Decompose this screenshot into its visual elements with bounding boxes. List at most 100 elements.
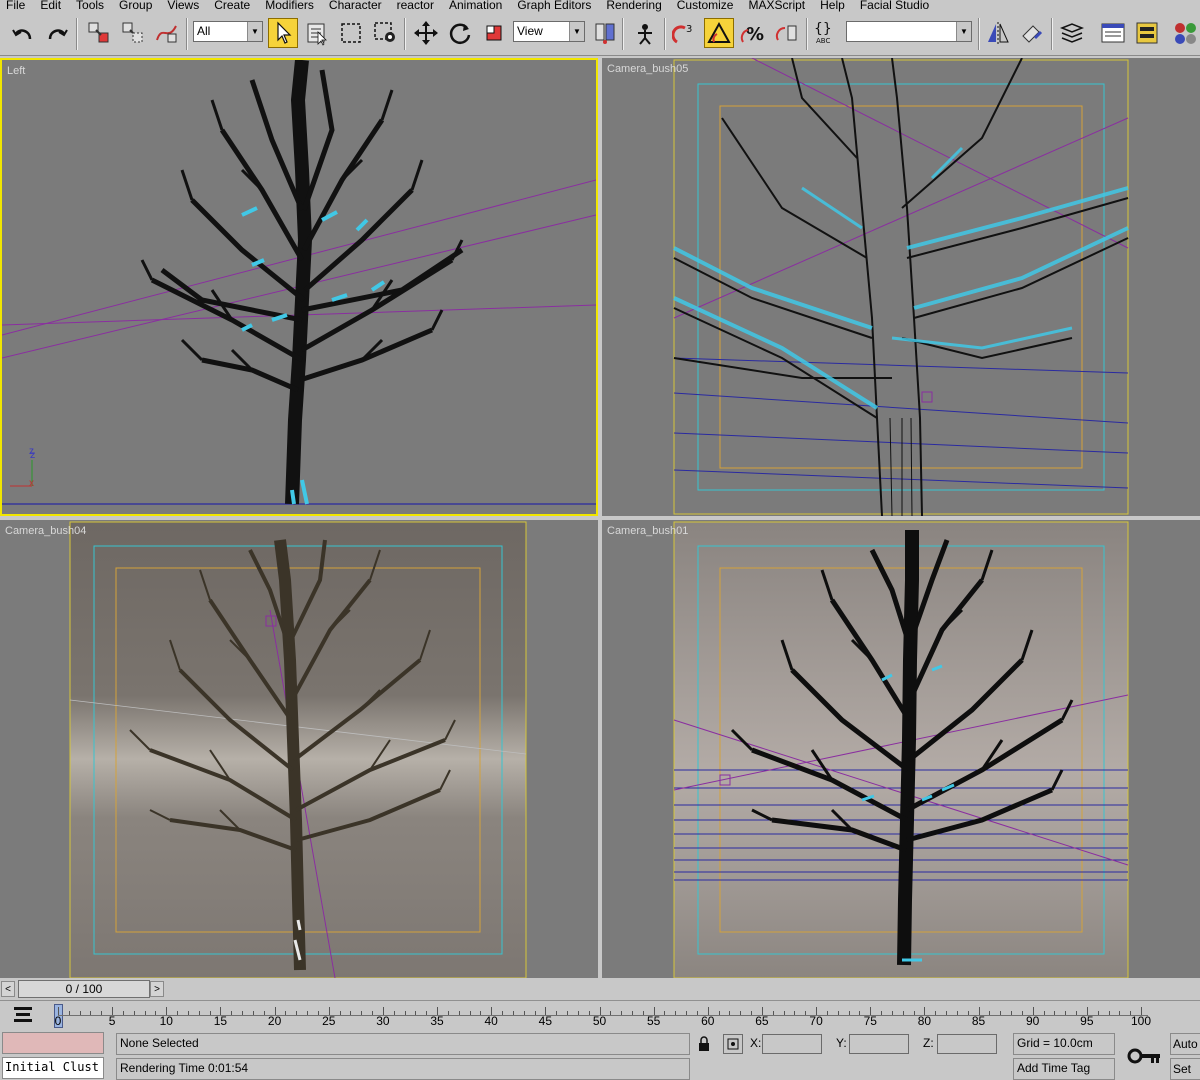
named-selection-dropdown[interactable]: ▼: [846, 21, 972, 42]
select-object-icon[interactable]: [268, 18, 298, 48]
curve-editor-icon[interactable]: [1098, 18, 1128, 48]
maxscript-mini-listener-top[interactable]: [2, 1032, 104, 1054]
track-tick: [242, 1011, 244, 1015]
track-tick: [675, 1011, 677, 1015]
track-tick: [631, 1011, 633, 1015]
menu-modifiers[interactable]: Modifiers: [259, 0, 323, 11]
viewport-label[interactable]: Camera_bush04: [5, 525, 86, 537]
rect-region-icon[interactable]: [336, 18, 366, 48]
track-tick: [989, 1011, 991, 1015]
bind-spacewarp-icon[interactable]: [152, 18, 182, 48]
reference-coord-dropdown[interactable]: View ▼: [513, 21, 585, 42]
viewport-label[interactable]: Camera_bush05: [607, 63, 688, 75]
y-coord-input[interactable]: [849, 1034, 909, 1054]
material-editor-icon[interactable]: [1170, 18, 1200, 48]
selection-filter-dropdown[interactable]: All ▼: [193, 21, 263, 42]
track-tick: [783, 1011, 785, 1015]
track-tick-label: 85: [971, 1014, 986, 1028]
maxscript-listener-output[interactable]: Initial Clust: [2, 1057, 104, 1079]
move-icon[interactable]: [411, 18, 441, 48]
svg-text:{}: {}: [814, 21, 832, 37]
menu-create[interactable]: Create: [208, 0, 259, 11]
auto-key-button[interactable]: Auto: [1170, 1033, 1200, 1055]
set-key-button[interactable]: Set: [1170, 1058, 1200, 1080]
viewport-label[interactable]: Camera_bush01: [607, 525, 688, 537]
percent-snap-icon[interactable]: %: [738, 18, 768, 48]
window-crossing-icon[interactable]: [370, 18, 400, 48]
track-tick-label: 25: [322, 1014, 336, 1028]
track-tick: [664, 1011, 666, 1015]
scale-icon[interactable]: [479, 18, 509, 48]
track-tick: [1076, 1011, 1078, 1015]
track-tick: [285, 1011, 287, 1015]
redo-icon[interactable]: [42, 18, 72, 48]
viewport-label[interactable]: Left: [7, 65, 25, 77]
track-tick: [577, 1011, 579, 1015]
angle-snap-icon[interactable]: [704, 18, 734, 48]
tree-wireframe-closeup: [673, 58, 1129, 516]
set-key-mode-icon[interactable]: [1122, 1036, 1166, 1076]
viewport-left[interactable]: Left z z x: [0, 58, 598, 516]
tree-shaded-render: [69, 521, 527, 978]
track-bar[interactable]: 0 5 10 15 20 25 30 35 40 45 50 55 60 65 70 75 80 85 90 95 10…: [0, 1000, 1200, 1030]
absolute-mode-icon[interactable]: [723, 1034, 743, 1054]
viewport-camera-bush01[interactable]: Camera_bush01: [602, 520, 1200, 978]
menu-reactor[interactable]: reactor: [391, 0, 443, 11]
track-tick: [79, 1011, 81, 1015]
menu-facial-studio[interactable]: Facial Studio: [854, 0, 938, 11]
track-tick: [90, 1011, 92, 1015]
time-next-button[interactable]: >: [150, 981, 164, 997]
spinner-snap-icon[interactable]: [772, 18, 802, 48]
track-tick: [447, 1011, 449, 1015]
track-tick: [610, 1011, 612, 1015]
track-tick: [826, 1011, 828, 1015]
link-icon[interactable]: [84, 18, 114, 48]
track-tick-label: 30: [376, 1014, 390, 1028]
menu-edit[interactable]: Edit: [34, 0, 70, 11]
track-tick-label: 35: [430, 1014, 444, 1028]
rotate-icon[interactable]: [445, 18, 475, 48]
menu-file[interactable]: File: [0, 0, 34, 11]
track-tick: [263, 1011, 265, 1015]
time-slider-thumb[interactable]: 0 / 100: [18, 980, 150, 998]
track-tick: [1054, 1011, 1056, 1015]
filter-icon[interactable]: [12, 1004, 34, 1026]
manipulate-icon[interactable]: [630, 18, 660, 48]
track-tick: [458, 1011, 460, 1015]
mirror-icon[interactable]: [983, 18, 1013, 48]
z-coord-input[interactable]: [937, 1034, 997, 1054]
menu-animation[interactable]: Animation: [443, 0, 511, 11]
viewport-camera-bush05[interactable]: Camera_bush05: [602, 58, 1200, 516]
menu-rendering[interactable]: Rendering: [600, 0, 670, 11]
track-tick-label: 70: [809, 1014, 823, 1028]
menu-graph-editors[interactable]: Graph Editors: [511, 0, 600, 11]
tree-wireframe-shaded: [673, 521, 1129, 978]
menu-maxscript[interactable]: MAXScript: [742, 0, 814, 11]
x-coord-input[interactable]: [762, 1034, 822, 1054]
pivot-center-icon[interactable]: [590, 18, 620, 48]
track-tick: [686, 1011, 688, 1015]
select-by-name-icon[interactable]: [302, 18, 332, 48]
align-icon[interactable]: [1017, 18, 1047, 48]
unlink-icon[interactable]: [118, 18, 148, 48]
grid-size-status: Grid = 10.0cm: [1013, 1033, 1115, 1055]
menu-character[interactable]: Character: [323, 0, 391, 11]
time-prev-button[interactable]: <: [1, 981, 15, 997]
undo-icon[interactable]: [8, 18, 38, 48]
track-tick: [231, 1011, 233, 1015]
track-tick: [881, 1011, 883, 1015]
schematic-view-icon[interactable]: [1132, 18, 1162, 48]
track-tick: [967, 1011, 969, 1015]
viewport-camera-bush04[interactable]: Camera_bush04: [0, 520, 598, 978]
menu-tools[interactable]: Tools: [70, 0, 113, 11]
layer-manager-icon[interactable]: [1057, 18, 1087, 48]
menu-help[interactable]: Help: [814, 0, 854, 11]
time-slider[interactable]: < 0 / 100 >: [0, 980, 1200, 998]
lock-icon[interactable]: [697, 1036, 711, 1052]
menu-customize[interactable]: Customize: [671, 0, 743, 11]
menu-group[interactable]: Group: [113, 0, 161, 11]
add-time-tag-button[interactable]: Add Time Tag: [1013, 1058, 1115, 1080]
snap-toggle-icon[interactable]: 3: [670, 18, 700, 48]
menu-views[interactable]: Views: [161, 0, 208, 11]
edit-named-selections-icon[interactable]: {} ABC: [812, 18, 842, 48]
